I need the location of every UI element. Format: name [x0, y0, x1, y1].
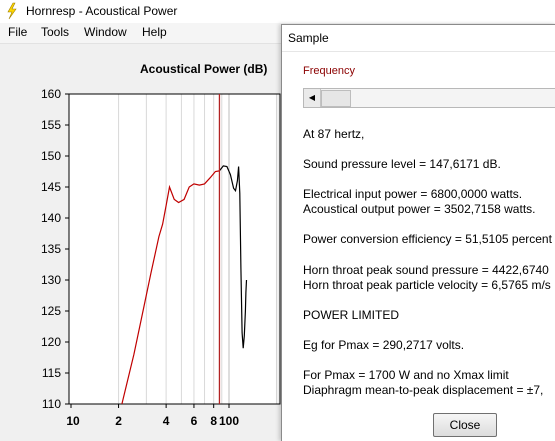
y-tick-label: 110 — [42, 397, 61, 411]
info-line: At 87 hertz, — [303, 127, 365, 141]
close-button[interactable]: Close — [433, 413, 497, 437]
plot-background — [69, 94, 280, 404]
info-line: Power conversion efficiency = 51,5105 pe… — [303, 232, 552, 246]
y-tick-label: 115 — [42, 366, 61, 380]
frequency-label: Frequency — [303, 65, 355, 77]
scroll-left-arrow-icon[interactable]: ◀ — [304, 89, 321, 107]
info-line: Horn throat peak particle velocity = 6,5… — [303, 278, 551, 292]
dialog-title: Sample — [288, 31, 329, 45]
info-line: Eg for Pmax = 290,2717 volts. — [303, 338, 465, 352]
x-tick-label: 10 — [66, 414, 80, 428]
y-tick-label: 150 — [41, 149, 61, 163]
dialog-title-bar: Sample — [282, 25, 555, 52]
info-line: Sound pressure level = 147,6171 dB. — [303, 157, 501, 171]
info-line: For Pmax = 1700 W and no Xmax limit — [303, 368, 509, 382]
x-tick-label: 6 — [191, 414, 198, 428]
info-line: Diaphragm mean-to-peak displacement = ±7… — [303, 383, 544, 397]
y-tick-label: 130 — [41, 273, 61, 287]
x-tick-label: 4 — [163, 414, 170, 428]
frequency-scrollbar[interactable]: ◀ — [303, 88, 555, 108]
y-tick-label: 160 — [41, 87, 61, 101]
power-limited-label: POWER LIMITED — [303, 308, 400, 322]
y-tick-label: 120 — [41, 335, 61, 349]
y-tick-label: 135 — [41, 242, 61, 256]
x-tick-label: 8 — [210, 414, 217, 428]
x-tick-label: 100 — [219, 414, 239, 428]
info-line: Horn throat peak sound pressure = 4422,6… — [303, 263, 549, 277]
sample-dialog: Sample Frequency ◀ At 87 hertz, Sound pr… — [281, 24, 555, 441]
x-tick-label: 2 — [115, 414, 122, 428]
y-tick-label: 125 — [41, 304, 61, 318]
info-line: Acoustical output power = 3502,7158 watt… — [303, 202, 536, 216]
y-tick-label: 145 — [41, 180, 61, 194]
scroll-thumb[interactable] — [321, 90, 351, 107]
y-tick-label: 155 — [41, 118, 61, 132]
info-line: Electrical input power = 6800,0000 watts… — [303, 187, 523, 201]
y-tick-label: 140 — [41, 211, 61, 225]
